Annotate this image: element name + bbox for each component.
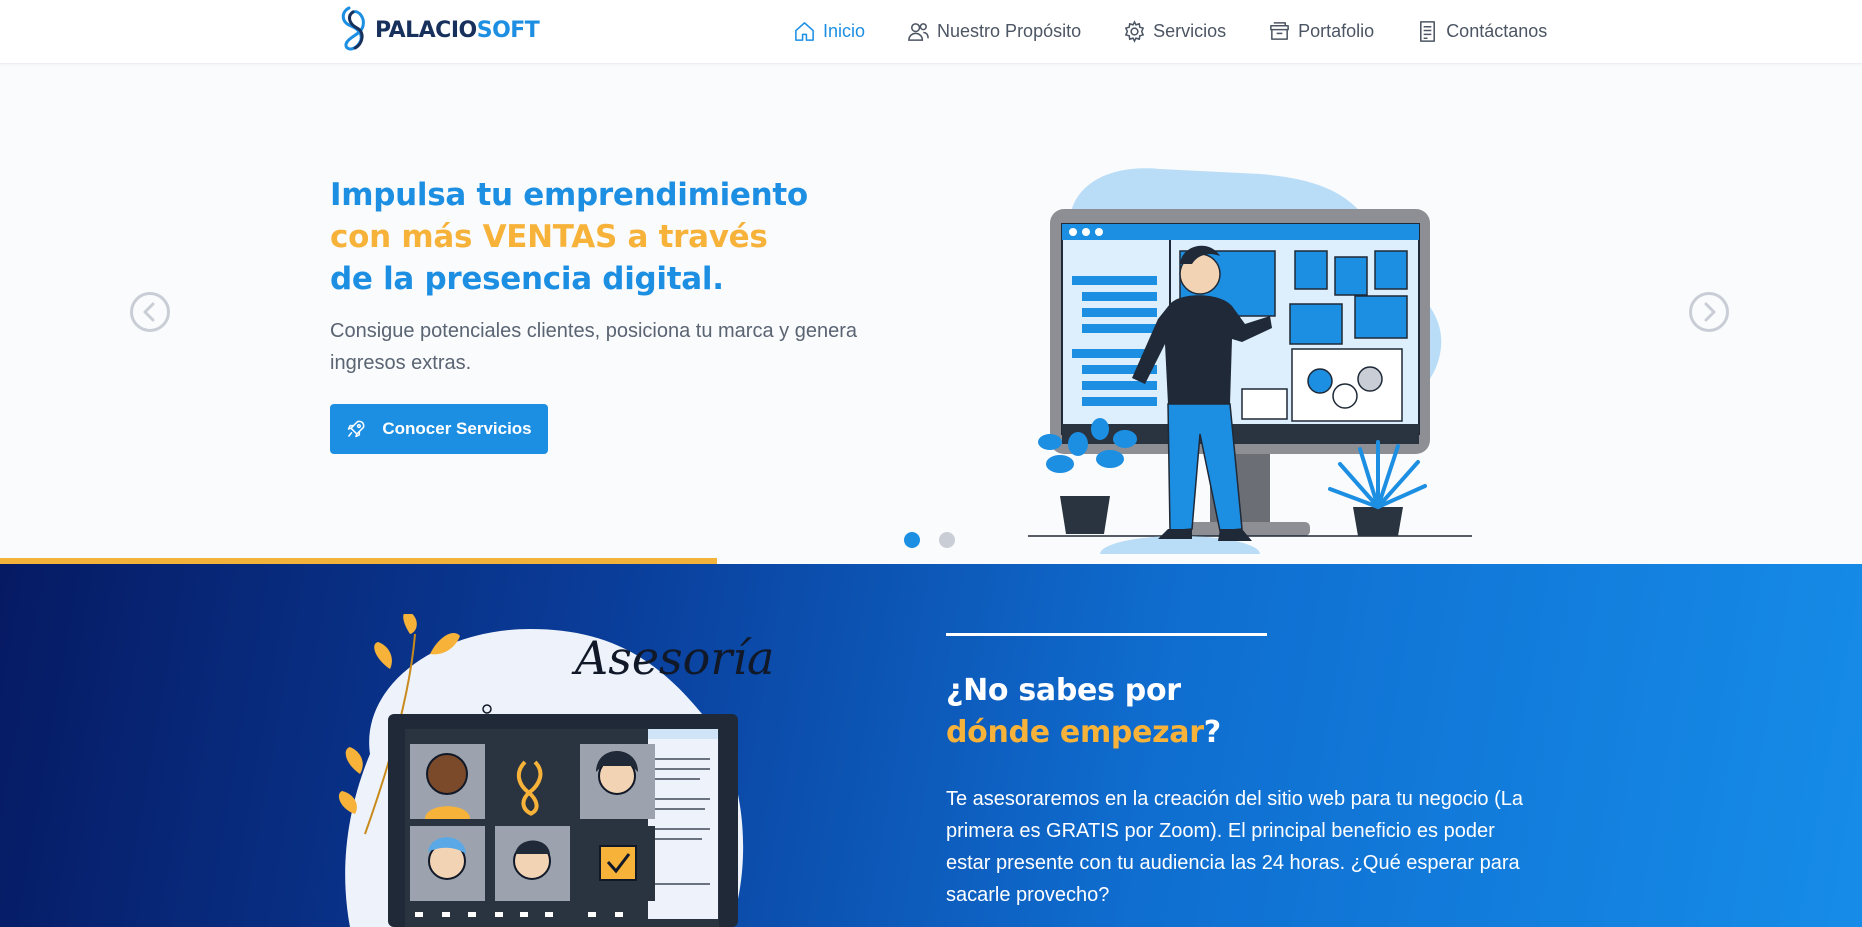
hero-title-line1: Impulsa tu emprendimiento xyxy=(330,177,808,213)
nav-item-inicio[interactable]: Inicio xyxy=(793,20,865,43)
users-icon xyxy=(908,22,929,41)
archive-icon xyxy=(1270,21,1290,40)
asesoria-illustration: Asesoría xyxy=(338,614,774,927)
carousel-prev-icon[interactable] xyxy=(129,291,171,333)
conocer-servicios-button[interactable]: Conocer Servicios xyxy=(330,404,548,454)
logo-icon xyxy=(341,6,365,51)
gear-icon xyxy=(1124,19,1145,43)
document-icon xyxy=(1420,20,1436,42)
advice-section: Asesoría ¿No sabes por dónde empezar? Te… xyxy=(0,564,1862,927)
nav-item-label: Servicios xyxy=(1153,20,1227,41)
nav-item-portafolio[interactable]: Portafolio xyxy=(1268,20,1374,43)
hero-title-line2: con más VENTAS a través xyxy=(330,219,768,255)
hero-title: Impulsa tu emprendimiento con más VENTAS… xyxy=(330,174,808,300)
navbar: PALACIOSOFT Inicio Nuestro Propósito Ser… xyxy=(0,0,1862,64)
brand-name-part1: PALACIO xyxy=(375,17,477,43)
carousel-dot-2[interactable] xyxy=(939,532,955,548)
rocket-icon xyxy=(348,420,365,438)
nav-item-label: Contáctanos xyxy=(1446,20,1548,41)
hero-subtitle: Consigue potenciales clientes, posiciona… xyxy=(330,320,857,374)
nav-item-nuestro-proposito[interactable]: Nuestro Propósito xyxy=(907,20,1081,43)
main-nav: Inicio Nuestro Propósito Servicios Porta… xyxy=(793,0,1547,62)
nav-item-label: Portafolio xyxy=(1298,20,1375,41)
advice-text: Te asesoraremos en la creación del sitio… xyxy=(946,788,1523,906)
brand-name-part2: SOFT xyxy=(476,17,540,43)
nav-item-contactanos[interactable]: Contáctanos xyxy=(1416,20,1547,43)
nav-item-servicios[interactable]: Servicios xyxy=(1123,19,1227,43)
carousel-dot-1[interactable] xyxy=(904,532,920,548)
advice-title-line1: ¿No sabes por xyxy=(946,673,1181,708)
asesoria-word: Asesoría xyxy=(571,631,774,685)
nav-item-label: Inicio xyxy=(823,20,866,41)
hero-title-line3: de la presencia digital. xyxy=(330,261,724,297)
advice-title-highlight: dónde empezar xyxy=(946,715,1204,750)
brand-logo[interactable]: PALACIOSOFT xyxy=(337,4,540,56)
advice-title: ¿No sabes por dónde empezar? xyxy=(946,670,1221,754)
section-divider xyxy=(946,633,1267,636)
carousel-next-icon[interactable] xyxy=(1688,291,1730,333)
conocer-servicios-label: Conocer Servicios xyxy=(382,419,532,438)
hero-carousel: Impulsa tu emprendimiento con más VENTAS… xyxy=(0,64,1862,564)
nav-item-label: Nuestro Propósito xyxy=(937,20,1082,41)
home-icon xyxy=(795,21,814,41)
advice-title-suffix: ? xyxy=(1203,715,1221,750)
brand-name: PALACIOSOFT xyxy=(375,17,540,43)
hero-illustration xyxy=(1028,168,1472,554)
carousel-indicators xyxy=(904,532,974,548)
